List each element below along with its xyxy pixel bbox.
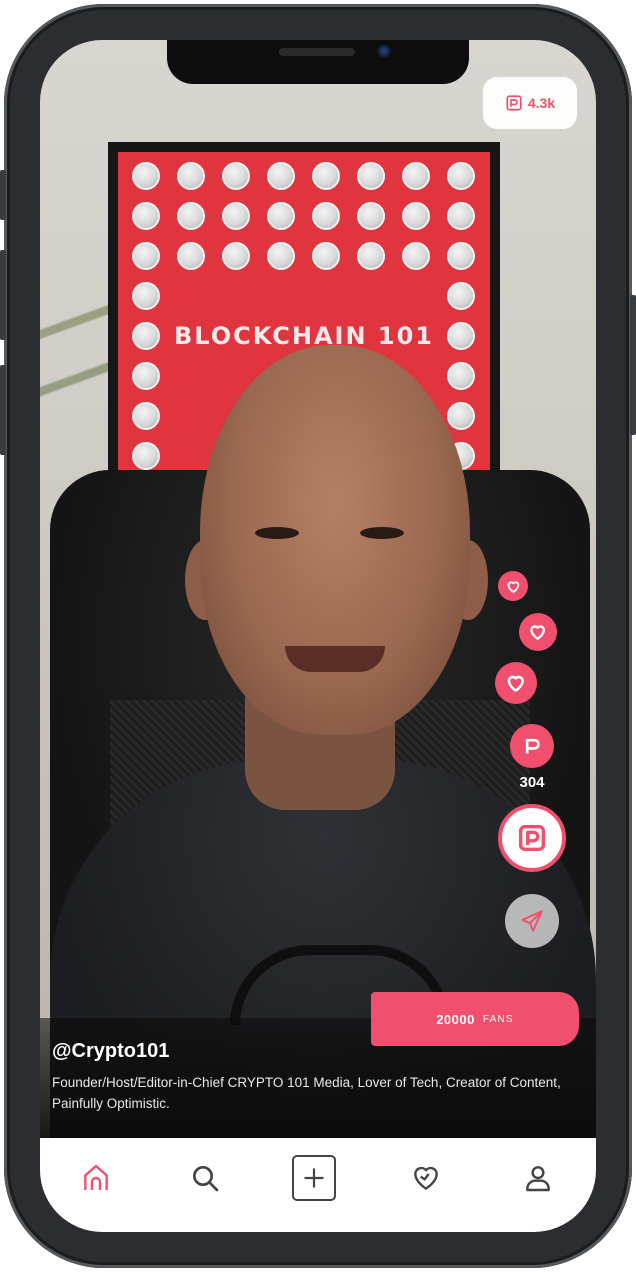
poster-coin <box>222 202 250 230</box>
tab-search[interactable] <box>183 1156 227 1200</box>
bottom-tab-bar <box>40 1138 596 1232</box>
volume-down-button <box>0 365 6 455</box>
creator-username[interactable]: @Crypto101 <box>52 1040 169 1063</box>
patreon-large-icon <box>518 824 546 852</box>
heart-medium-icon <box>530 625 546 641</box>
tab-create[interactable] <box>292 1155 336 1201</box>
poster-coin <box>447 402 475 430</box>
poster-coin <box>447 322 475 350</box>
create-box <box>292 1155 336 1201</box>
support-count: 304 <box>519 774 545 791</box>
poster-title: BLOCKCHAIN 101 <box>173 322 434 350</box>
search-icon <box>193 1166 219 1192</box>
patreon-icon <box>525 738 540 754</box>
earpiece-speaker <box>279 48 355 56</box>
person-head <box>200 345 470 735</box>
share-button[interactable] <box>505 894 559 948</box>
profile-icon <box>526 1166 550 1192</box>
volume-up-button <box>0 250 6 340</box>
fans-count: 20000 <box>436 1011 475 1027</box>
heart-large-icon <box>507 675 525 693</box>
floating-heart-small <box>498 571 528 601</box>
poster-coin <box>132 402 160 430</box>
tab-profile[interactable] <box>516 1156 560 1200</box>
poster-coin <box>132 242 160 270</box>
poster-coin <box>177 202 205 230</box>
poster-coin <box>132 162 160 190</box>
mute-switch <box>0 170 6 220</box>
poster-coin <box>222 162 250 190</box>
person-eye-right <box>360 527 404 539</box>
support-button[interactable] <box>510 724 554 768</box>
floating-heart-large <box>495 662 537 704</box>
poster-coin <box>267 242 295 270</box>
poster-coin <box>402 242 430 270</box>
poster-coin <box>312 242 340 270</box>
patron-count: 4.3k <box>527 95 556 111</box>
tab-likes[interactable] <box>404 1156 448 1200</box>
share-send-icon <box>521 910 543 932</box>
fans-button[interactable]: 20000 FANS <box>371 992 579 1046</box>
poster-coin <box>267 162 295 190</box>
poster-coin <box>402 202 430 230</box>
tab-home[interactable] <box>74 1156 118 1200</box>
patreon-badge-icon <box>506 95 522 111</box>
person-mouth <box>285 646 385 672</box>
create-icon <box>304 1168 324 1188</box>
poster-coin <box>402 162 430 190</box>
poster-coin <box>222 242 250 270</box>
device-notch <box>167 40 469 84</box>
front-camera <box>377 44 391 58</box>
poster-coin <box>447 202 475 230</box>
likes-heart-icon <box>414 1166 438 1190</box>
poster-coin <box>267 202 295 230</box>
poster-coin <box>132 362 160 390</box>
poster-coin <box>447 242 475 270</box>
poster-coin <box>357 242 385 270</box>
poster-coin <box>357 162 385 190</box>
creator-bio: Founder/Host/Editor-in-Chief CRYPTO 101 … <box>52 1075 561 1111</box>
floating-heart-medium <box>519 613 557 651</box>
poster-coin <box>312 162 340 190</box>
heart-small-icon <box>507 581 519 593</box>
become-patron-button[interactable] <box>498 804 566 872</box>
poster-coin <box>132 442 160 470</box>
fans-label: FANS <box>482 1013 514 1025</box>
poster-coin <box>447 282 475 310</box>
poster-coin <box>447 362 475 390</box>
patron-count-badge[interactable]: 4.3k <box>483 77 577 129</box>
poster-coin <box>177 162 205 190</box>
home-icon <box>84 1164 108 1190</box>
poster-coin <box>447 162 475 190</box>
poster-coin <box>312 202 340 230</box>
poster-coin <box>132 202 160 230</box>
person-eye-left <box>255 527 299 539</box>
power-button <box>630 295 636 435</box>
app-screen: BLOCKCHAIN 101 4.3k 304 20000 FANS @Cryp… <box>40 40 596 1232</box>
poster-coin <box>132 322 160 350</box>
poster-coin <box>132 282 160 310</box>
poster-coin <box>177 242 205 270</box>
poster-coin <box>357 202 385 230</box>
